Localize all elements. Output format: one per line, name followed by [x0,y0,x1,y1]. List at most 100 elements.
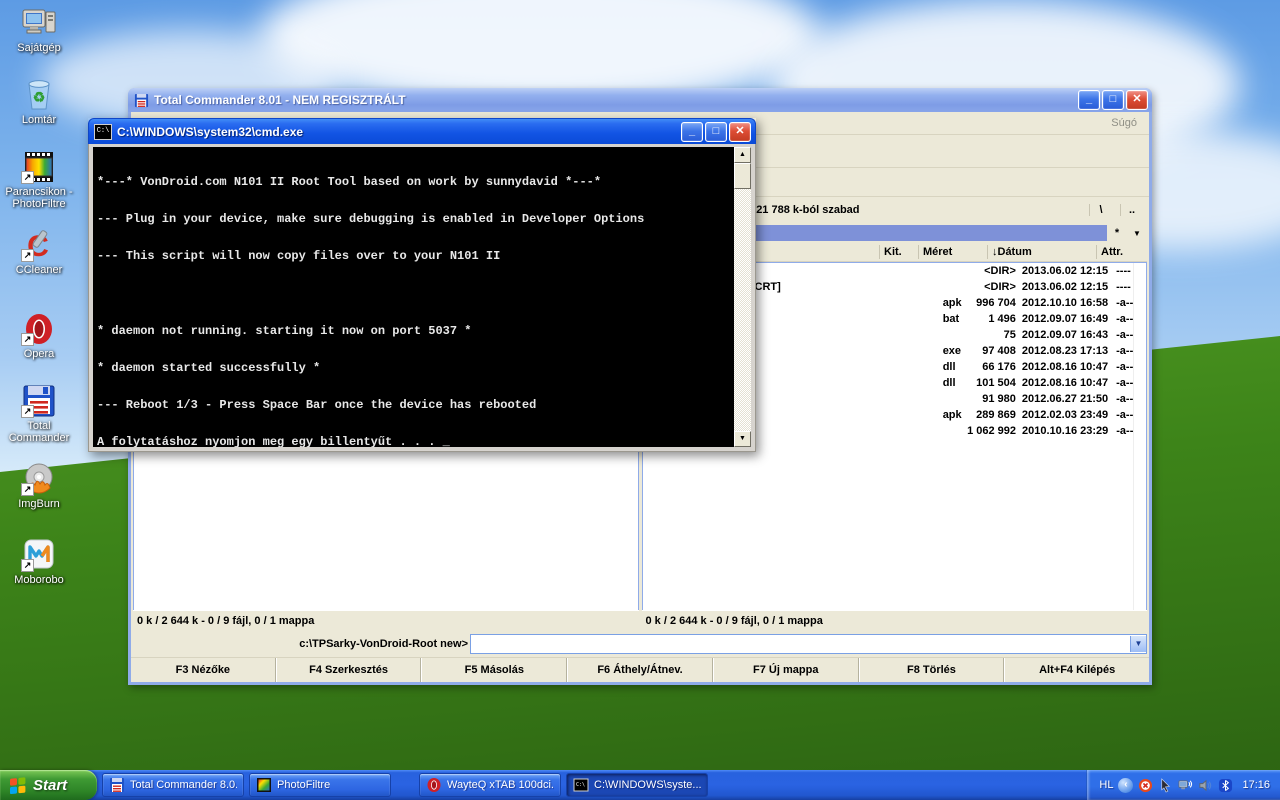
column-header-date[interactable]: ↓Dátum [987,245,1096,259]
shortcut-arrow-icon: ↗ [21,333,34,346]
console-output[interactable]: *---* VonDroid.com N101 II Root Tool bas… [93,147,734,447]
desktop-icon-label: Moborobo [0,574,82,586]
command-line-prompt: c:\TPSarky-VonDroid-Root new> [131,638,468,650]
desktop-icon-label: Lomtár [0,114,82,126]
desktop: Sajátgép ♻ Lomtár ↗ Parancsikon - PhotoF… [0,0,1280,800]
console-line [97,287,733,299]
tc-menu-help[interactable]: Súgó [1111,117,1137,129]
scrollbar-thumb[interactable] [734,163,751,189]
opera-icon: ↗ [21,312,57,346]
tray-red-x-icon[interactable] [1138,778,1153,793]
desktop-icon-imgburn[interactable]: ↗ ImgBurn [0,462,82,510]
moborobo-icon: ↗ [21,538,57,572]
tc-command-line-row: c:\TPSarky-VonDroid-Root new> ▼ [131,631,1149,657]
desktop-icon-recycle-bin[interactable]: ♻ Lomtár [0,78,82,126]
shortcut-arrow-icon: ↗ [21,483,34,496]
altf4-exit-button[interactable]: Alt+F4 Kilépés [1004,658,1149,682]
command-history-dropdown-icon[interactable]: ▼ [1130,636,1146,652]
system-tray: HL ‹ 17:16 [1086,770,1280,800]
select-all-button[interactable]: * [1107,227,1127,239]
shortcut-arrow-icon: ↗ [21,405,34,418]
console-icon: C:\ [94,124,112,140]
tc-window-title: Total Commander 8.01 - NEM REGISZTRÁLT [154,93,1076,107]
imgburn-icon: ↗ [21,462,57,496]
console-line: A folytatáshoz nyomjon meg egy billentyű… [97,436,733,447]
scroll-down-icon[interactable]: ▼ [734,431,751,447]
desktop-icon-opera[interactable]: ↗ Opera [0,312,82,360]
ccleaner-icon: C ↗ [21,228,57,262]
console-scrollbar[interactable]: ▲ ▼ [734,147,751,447]
desktop-icon-label: ImgBurn [0,498,82,510]
taskbar-item-photofiltre[interactable]: PhotoFiltre [249,773,391,797]
desktop-icon-label: Total Commander [0,420,82,444]
tc-titlebar[interactable]: Total Commander 8.01 - NEM REGISZTRÁLT _… [128,88,1152,112]
left-panel-status: 0 k / 2 644 k - 0 / 9 fájl, 0 / 1 mappa [133,610,639,631]
desktop-icon-label: Parancsikon - PhotoFiltre [0,186,82,210]
tray-bluetooth-icon[interactable] [1218,778,1233,793]
column-header-size[interactable]: Méret [918,245,987,259]
tc-minimize-button[interactable]: _ [1078,90,1100,110]
cmd-window: C:\ C:\WINDOWS\system32\cmd.exe _ □ ✕ *-… [88,118,756,452]
column-header-ext[interactable]: Kit. [879,245,918,259]
cmd-titlebar[interactable]: C:\ C:\WINDOWS\system32\cmd.exe _ □ ✕ [88,118,756,145]
start-button[interactable]: Start [0,770,97,800]
opera-icon [426,777,442,793]
taskbar-item-total-commander[interactable]: Total Commander 8.0... [102,773,244,797]
desktop-icon-ccleaner[interactable]: C ↗ CCleaner [0,228,82,276]
command-line-combo: ▼ [470,634,1147,654]
photofiltre-icon: ↗ [21,150,57,184]
cmd-close-button[interactable]: ✕ [729,122,751,142]
f5-copy-button[interactable]: F5 Másolás [421,658,567,682]
history-dropdown-button[interactable]: ▼ [1127,229,1147,238]
desktop-icon-moborobo[interactable]: ↗ Moborobo [0,538,82,586]
console-line: --- This script will now copy files over… [97,250,733,262]
f6-move-button[interactable]: F6 Áthely/Átnev. [567,658,713,682]
tc-close-button[interactable]: ✕ [1126,90,1148,110]
console-line: --- Plug in your device, make sure debug… [97,213,733,225]
tc-function-key-bar: F3 Nézőke F4 Szerkesztés F5 Másolás F6 Á… [131,657,1149,682]
f3-view-button[interactable]: F3 Nézőke [131,658,276,682]
cmd-window-title: C:\WINDOWS\system32\cmd.exe [117,125,679,139]
total-commander-icon: ↗ [21,384,57,418]
f4-edit-button[interactable]: F4 Szerkesztés [276,658,422,682]
console-line: * daemon started successfully * [97,362,733,374]
desktop-icon-label: Opera [0,348,82,360]
desktop-icon-my-computer[interactable]: Sajátgép [0,6,82,54]
taskbar-clock[interactable]: 17:16 [1242,779,1270,791]
start-label: Start [33,777,67,794]
tray-cursor-icon[interactable] [1158,778,1173,793]
tray-display-icon[interactable] [1178,778,1193,793]
command-line-input[interactable] [471,636,1130,652]
desktop-icon-label: Sajátgép [0,42,82,54]
desktop-icon-photofiltre[interactable]: ↗ Parancsikon - PhotoFiltre [0,150,82,210]
cmd-body: *---* VonDroid.com N101 II Root Tool bas… [88,144,756,452]
taskbar-item-wayteq[interactable]: WayteQ xTAB 100dci... [419,773,561,797]
scroll-up-icon[interactable]: ▲ [734,147,751,163]
console-line: *---* VonDroid.com N101 II Root Tool bas… [97,176,733,188]
language-indicator[interactable]: HL [1099,779,1113,791]
root-dir-button[interactable]: \ [1089,204,1112,216]
cmd-minimize-button[interactable]: _ [681,122,703,142]
photofiltre-icon [256,777,272,793]
tray-volume-icon[interactable] [1198,778,1213,793]
shortcut-arrow-icon: ↗ [21,171,34,184]
taskbar-item-cmd[interactable]: C:\ C:\WINDOWS\syste... [566,773,708,797]
floppy-icon [109,777,125,793]
windows-flag-icon [8,775,28,795]
console-icon: C:\ [573,777,589,793]
right-panel-status: 0 k / 2 644 k - 0 / 9 fájl, 0 / 1 mappa [642,610,1148,631]
f8-delete-button[interactable]: F8 Törlés [859,658,1005,682]
desktop-icon-total-commander[interactable]: ↗ Total Commander [0,384,82,444]
recycle-bin-icon: ♻ [21,78,57,112]
file-list-scrollbar[interactable] [1133,263,1146,610]
tc-maximize-button[interactable]: □ [1102,90,1124,110]
shortcut-arrow-icon: ↗ [21,249,34,262]
shortcut-arrow-icon: ↗ [21,559,34,572]
column-header-attr[interactable]: Attr. [1096,245,1147,259]
cmd-maximize-button[interactable]: □ [705,122,727,142]
tray-chevron-icon[interactable]: ‹ [1118,778,1133,793]
f7-newfolder-button[interactable]: F7 Új mappa [713,658,859,682]
svg-text:♻: ♻ [33,89,46,105]
parent-dir-button[interactable]: .. [1120,204,1143,216]
tc-app-icon [134,93,149,108]
